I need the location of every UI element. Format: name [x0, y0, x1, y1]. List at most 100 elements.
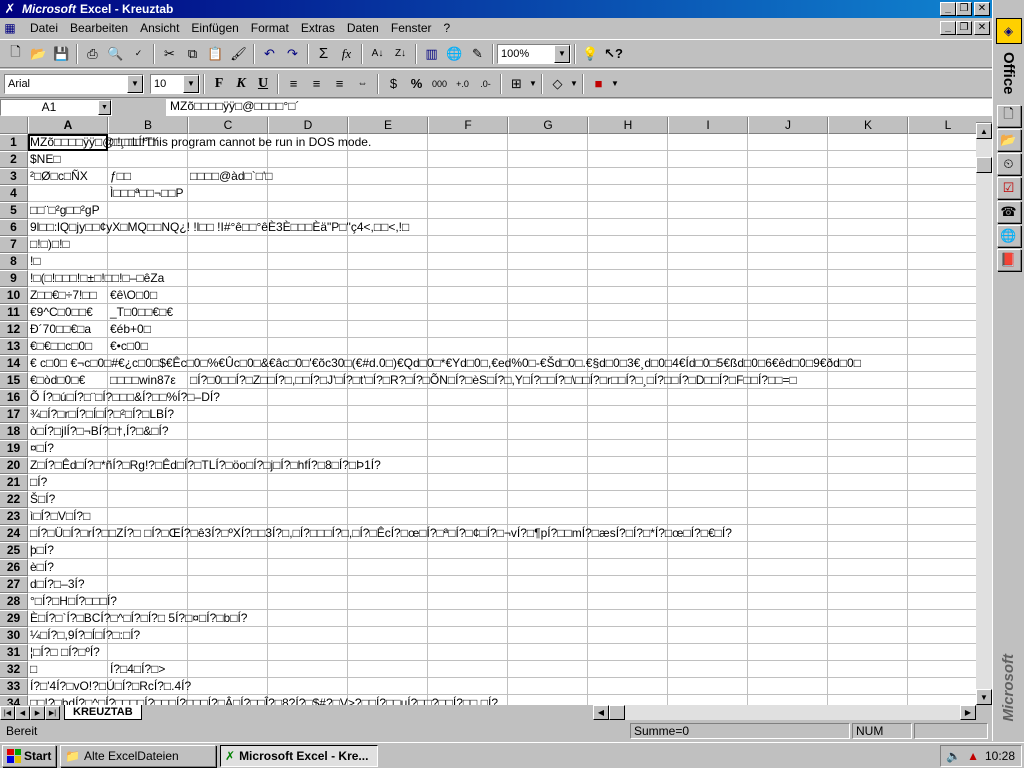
chevron-down-icon[interactable]: ▼: [528, 73, 538, 95]
grid-cell[interactable]: [828, 134, 908, 151]
row-header[interactable]: 10: [0, 287, 28, 304]
grid-cell[interactable]: [268, 287, 348, 304]
grid-cell[interactable]: [348, 661, 428, 678]
grid-cell[interactable]: MZõ□□□□ÿÿ□@□□□□°□´: [28, 134, 159, 151]
grid-cell[interactable]: [588, 627, 668, 644]
grid-cell[interactable]: ò□Í?□jlÍ?□¬BÍ?□†,Í?□&□Í?: [28, 423, 169, 440]
grid-cell[interactable]: [508, 440, 588, 457]
menu-fenster[interactable]: Fenster: [385, 21, 438, 35]
row-header[interactable]: 11: [0, 304, 28, 321]
grid-cell[interactable]: [508, 338, 588, 355]
chevron-down-icon[interactable]: ▼: [569, 73, 579, 95]
grid-cell[interactable]: [748, 440, 828, 457]
row-header[interactable]: 20: [0, 457, 28, 474]
grid-cell[interactable]: [588, 695, 668, 705]
grid-cell[interactable]: [188, 423, 268, 440]
grid-cell[interactable]: [108, 508, 188, 525]
grid-cell[interactable]: [828, 491, 908, 508]
tip-wizard-icon[interactable]: 💡: [579, 43, 602, 65]
grid-cell[interactable]: ¤□Í?: [28, 440, 108, 457]
grid-cell[interactable]: [828, 678, 908, 695]
align-center-icon[interactable]: ≡: [305, 73, 328, 95]
row-header[interactable]: 14: [0, 355, 28, 372]
grid-cell[interactable]: 9l□□:lQ□jy□□¢yX□MQ□□NQ¿! !l□□ !I#°ê□□°êÈ…: [28, 219, 409, 236]
grid-cell[interactable]: [188, 474, 268, 491]
grid-cell[interactable]: [108, 474, 188, 491]
grid-cell[interactable]: [268, 236, 348, 253]
format-painter-icon[interactable]: 🖌: [227, 43, 250, 65]
grid-cell[interactable]: [828, 695, 908, 705]
last-sheet-icon[interactable]: ▶|: [45, 705, 60, 720]
row-header[interactable]: 23: [0, 508, 28, 525]
grid-cell[interactable]: [508, 253, 588, 270]
grid-cell[interactable]: [428, 406, 508, 423]
grid-cell[interactable]: [188, 508, 268, 525]
grid-cell[interactable]: [188, 440, 268, 457]
grid-cell[interactable]: [348, 406, 428, 423]
grid-cell[interactable]: [828, 372, 908, 389]
grid-cell[interactable]: [508, 185, 588, 202]
grid-cell[interactable]: [588, 559, 668, 576]
grid-cell[interactable]: [588, 304, 668, 321]
worksheet-grid[interactable]: ABCDEFGHIJKL 1 MZõ□□□□ÿÿ□@□□□□°□´ □!¸□LÍ!T…: [0, 117, 976, 705]
grid-cell[interactable]: [188, 559, 268, 576]
grid-cell[interactable]: [508, 202, 588, 219]
grid-cell[interactable]: [668, 151, 748, 168]
row-header[interactable]: 15: [0, 372, 28, 389]
menu-daten[interactable]: Daten: [341, 21, 385, 35]
grid-cell[interactable]: [668, 185, 748, 202]
font-color-icon[interactable]: ■: [587, 73, 610, 95]
grid-cell[interactable]: [588, 253, 668, 270]
answer-wizard-icon[interactable]: 📕: [996, 248, 1021, 271]
grid-cell[interactable]: [828, 576, 908, 593]
grid-cell[interactable]: [348, 151, 428, 168]
grid-cell[interactable]: [508, 576, 588, 593]
grid-cell[interactable]: [428, 576, 508, 593]
grid-cell[interactable]: [428, 644, 508, 661]
row-header[interactable]: 5: [0, 202, 28, 219]
grid-cell[interactable]: [828, 644, 908, 661]
decrease-decimal-icon[interactable]: .0-: [474, 73, 497, 95]
grid-cell[interactable]: [668, 593, 748, 610]
grid-cell[interactable]: [588, 185, 668, 202]
grid-cell[interactable]: [268, 321, 348, 338]
grid-cell[interactable]: [508, 151, 588, 168]
grid-cell[interactable]: [668, 474, 748, 491]
grid-cell[interactable]: [908, 338, 976, 355]
grid-cell[interactable]: [828, 440, 908, 457]
open-folder-icon[interactable]: 📂: [27, 43, 50, 65]
grid-cell[interactable]: [748, 627, 828, 644]
grid-cell[interactable]: [748, 202, 828, 219]
internet-icon[interactable]: 🌐: [996, 224, 1021, 247]
grid-cell[interactable]: [668, 338, 748, 355]
grid-cell[interactable]: [188, 321, 268, 338]
grid-cell[interactable]: [188, 576, 268, 593]
grid-cell[interactable]: [108, 253, 188, 270]
row-header[interactable]: 6: [0, 219, 28, 236]
column-header[interactable]: A: [28, 117, 108, 134]
grid-cell[interactable]: €9^C□0□□€: [28, 304, 108, 321]
merge-center-icon[interactable]: ⇔: [351, 73, 374, 95]
appointment-icon[interactable]: ⏲: [996, 152, 1021, 175]
grid-cell[interactable]: [508, 406, 588, 423]
grid-cell[interactable]: [588, 576, 668, 593]
grid-cell[interactable]: [108, 491, 188, 508]
grid-cell[interactable]: [748, 559, 828, 576]
grid-cell[interactable]: [748, 287, 828, 304]
grid-cell[interactable]: [188, 678, 268, 695]
grid-cell[interactable]: [428, 474, 508, 491]
grid-cell[interactable]: □!¸□LÍ!This program cannot be run in DOS…: [108, 134, 371, 151]
grid-cell[interactable]: [348, 321, 428, 338]
grid-cell[interactable]: [908, 491, 976, 508]
grid-cell[interactable]: [348, 423, 428, 440]
grid-cell[interactable]: Í?□'4Í?□vO!?□Ú□Í?□RcÍ?□.4Í?: [28, 678, 191, 695]
grid-cell[interactable]: [668, 287, 748, 304]
row-header[interactable]: 29: [0, 610, 28, 627]
alert-icon[interactable]: ▲: [967, 749, 979, 763]
grid-cell[interactable]: [588, 491, 668, 508]
row-header[interactable]: 3: [0, 168, 28, 185]
grid-cell[interactable]: [908, 185, 976, 202]
grid-cell[interactable]: [828, 253, 908, 270]
grid-cell[interactable]: Z□Í?□Êd□Í?□*ñÍ?□Rg!?□Êd□Í?□TLÍ?□öo□Í?□j□…: [28, 457, 381, 474]
grid-cell[interactable]: [348, 185, 428, 202]
